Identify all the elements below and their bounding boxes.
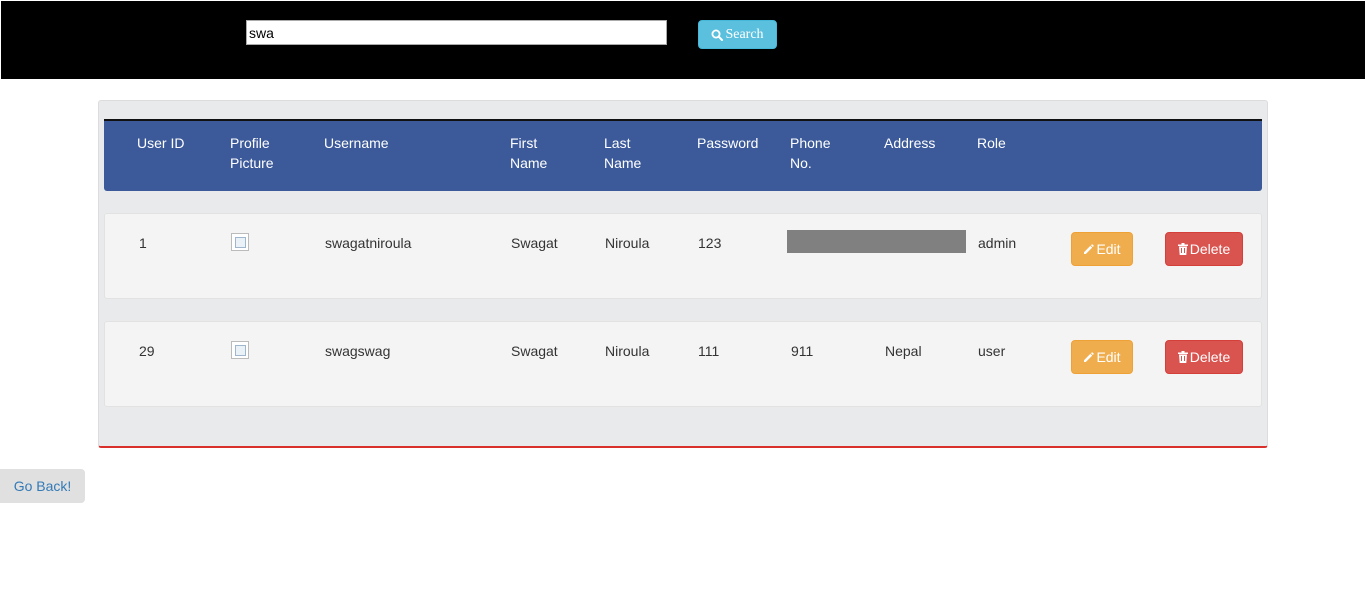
cell-first-name: Swagat [511, 343, 558, 359]
cell-role: admin [978, 235, 1017, 251]
cell-password: 111 [698, 343, 720, 359]
cell-role: user [978, 343, 1006, 359]
pencil-icon [1084, 243, 1095, 254]
header-role: Role [977, 135, 1006, 151]
search-input[interactable] [246, 20, 667, 45]
trash-icon [1177, 243, 1188, 255]
header-phone: Phone No. [790, 135, 831, 171]
edit-label: Edit [1096, 349, 1121, 365]
edit-button[interactable]: Edit [1071, 232, 1133, 266]
go-back-label: Go Back! [13, 478, 72, 494]
cell-last-name: Niroula [605, 343, 650, 359]
trash-icon [1177, 351, 1188, 363]
delete-button[interactable]: Delete [1165, 340, 1243, 374]
go-back-button[interactable]: Go Back! [0, 469, 85, 503]
header-username: Username [324, 135, 389, 151]
pencil-icon [1084, 351, 1095, 362]
cell-username: swagswag [325, 343, 391, 359]
delete-label: Delete [1189, 241, 1231, 257]
search-button[interactable]: Search [698, 20, 777, 49]
edit-button[interactable]: Edit [1071, 340, 1133, 374]
delete-label: Delete [1189, 349, 1231, 365]
top-bar: Search [1, 1, 1365, 79]
cell-last-name: Niroula [605, 235, 650, 251]
header-last-name: Last Name [604, 135, 642, 171]
header-password: Password [697, 135, 759, 151]
table-header: User ID Profile Picture Username First N… [104, 119, 1262, 191]
cell-user-id: 1 [139, 235, 147, 251]
profile-picture [231, 341, 249, 359]
profile-picture [231, 233, 249, 251]
table-row: 1 swagatniroula Swagat Niroula 123 admin… [104, 213, 1262, 299]
search-icon [711, 29, 724, 41]
header-address: Address [884, 135, 936, 151]
table-row: 29 swagswag Swagat Niroula 111 911 Nepal… [104, 321, 1262, 407]
cell-username: swagatniroula [325, 235, 412, 251]
header-first-name: First Name [510, 135, 548, 171]
cell-address: Nepal [885, 343, 922, 359]
edit-label: Edit [1096, 241, 1121, 257]
redacted-field [787, 230, 966, 253]
cell-first-name: Swagat [511, 235, 558, 251]
cell-password: 123 [698, 235, 722, 251]
search-button-label: Search [725, 26, 764, 42]
cell-phone: 911 [791, 343, 814, 359]
cell-user-id: 29 [139, 343, 155, 359]
header-user-id: User ID [137, 135, 185, 151]
delete-button[interactable]: Delete [1165, 232, 1243, 266]
header-profile-picture: Profile Picture [230, 135, 274, 171]
